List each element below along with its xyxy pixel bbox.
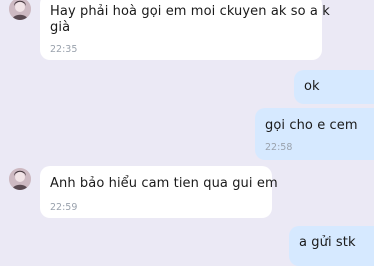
message-timestamp: 22:59 [50,202,78,213]
contact-avatar-icon[interactable] [9,168,31,190]
message-timestamp: 22:58 [265,142,293,153]
message-text: a gửi stk [299,235,356,250]
outgoing-message-bubble[interactable]: a gửi stk [289,226,374,266]
message-text: gọi cho e cem [265,118,358,133]
incoming-message-bubble[interactable]: Anh bảo hiểu cam tien qua gui em 22:59 [40,166,278,218]
message-text: Hay phải hoà gọi em moi ckuyen ak so a k [50,4,330,19]
message-timestamp: 22:35 [50,44,78,55]
contact-avatar-icon[interactable] [9,0,31,20]
incoming-message-bubble[interactable]: Hay phải hoà gọi em moi ckuyen ak so a k… [40,0,330,60]
message-text: ok [304,79,320,94]
chat-thread: Hay phải hoà gọi em moi ckuyen ak so a k… [0,0,374,266]
message-text: Anh bảo hiểu cam tien qua gui em [50,176,278,191]
message-text: già [50,20,71,35]
outgoing-message-bubble[interactable]: ok [294,70,374,104]
outgoing-message-bubble[interactable]: gọi cho e cem 22:58 [255,108,374,160]
